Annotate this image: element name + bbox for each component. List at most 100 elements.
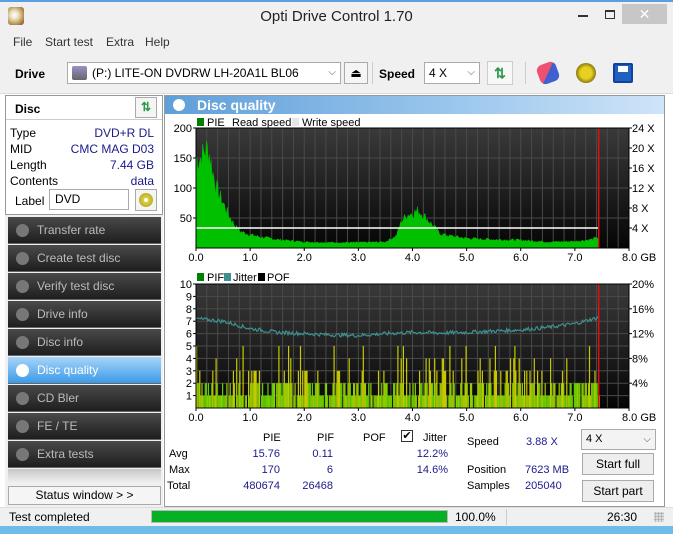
y-tick-label: 2 (186, 378, 192, 390)
pif-bar (350, 395, 352, 408)
pif-bar (394, 383, 396, 408)
pif-bar (203, 395, 205, 408)
position-label: Position (467, 464, 507, 476)
pif-bar (455, 395, 457, 408)
pif-bar (525, 395, 527, 408)
pif-bar (210, 395, 212, 408)
pif-bar (446, 395, 448, 408)
pif-bar (302, 370, 304, 408)
pif-bar (547, 395, 549, 408)
pif-bar (200, 395, 202, 408)
pif-bar (593, 383, 595, 408)
pif-bar (325, 383, 328, 408)
pif-bar (310, 395, 312, 408)
pif-bar (213, 395, 215, 408)
pif-bar (283, 370, 285, 408)
jitter-checkbox[interactable]: ✔ (401, 430, 413, 442)
x-tick-label: 0.0 (188, 412, 203, 424)
pif-bar (374, 395, 376, 408)
start-part-button[interactable]: Start part (582, 480, 654, 502)
pif-bar (481, 370, 483, 408)
stat-label-avg: Avg (169, 448, 188, 460)
pif-bar (320, 395, 322, 408)
pif-bar (201, 383, 203, 408)
y-tick-label: 50 (180, 213, 192, 225)
legend-jitter-swatch (224, 273, 231, 281)
pif-bar (230, 395, 232, 408)
start-full-button[interactable]: Start full (582, 453, 654, 475)
pif-bar (542, 395, 544, 408)
pif-bar (306, 370, 308, 408)
pif-bar (282, 383, 284, 408)
pif-bar (488, 383, 490, 408)
pif-bar (408, 395, 410, 408)
pif-bar (596, 383, 598, 408)
test-speed-select[interactable]: 4 X ⌵ (581, 429, 656, 450)
y2-tick-label: 12 X (632, 183, 655, 195)
pif-bar (440, 383, 442, 408)
y-tick-label: 100 (174, 183, 192, 195)
pif-bar (425, 358, 427, 408)
pif-bar (422, 395, 424, 408)
pif-bar (477, 370, 479, 408)
pif-bar (271, 383, 273, 408)
pif-bar (573, 383, 575, 408)
x-tick-label: 5.0 (459, 252, 474, 264)
pif-bar (534, 395, 536, 408)
pif-bar (225, 395, 227, 408)
pif-bar (267, 383, 269, 408)
pif-bar (543, 395, 545, 408)
pif-bar (264, 395, 266, 408)
pif-bar (500, 370, 502, 408)
pif-bar (215, 358, 217, 408)
resize-grip[interactable] (654, 512, 664, 522)
y-tick-label: 6 (186, 329, 192, 341)
pif-bar (263, 395, 265, 408)
pif-bar (205, 383, 207, 408)
pif-bar (337, 370, 339, 408)
pif-bar (206, 395, 208, 408)
progress-text: 100.0% (455, 510, 496, 524)
y2-tick-label: 12% (632, 329, 654, 341)
pif-bar (564, 395, 566, 408)
pif-bar (528, 395, 530, 408)
pif-bar (415, 395, 417, 408)
x-tick-label: 3.0 (351, 412, 366, 424)
pif-bar (590, 395, 592, 408)
pif-bar (404, 395, 407, 408)
pif-bar (460, 383, 462, 408)
pif-bar (496, 395, 499, 408)
pif-bar (423, 395, 425, 408)
pif-bar (280, 383, 282, 408)
pif-bar (570, 383, 572, 408)
pif-bar (448, 395, 450, 408)
pif-bar (257, 383, 259, 408)
pif-bar (327, 395, 329, 408)
pif-bar (401, 383, 403, 408)
pif-bar (307, 383, 309, 408)
pif-bar (344, 383, 346, 408)
pif-bar (520, 395, 522, 408)
pif-bar (368, 383, 370, 408)
y2-tick-label: 8 X (632, 203, 649, 215)
pif-bar (560, 383, 562, 408)
pif-bar (249, 395, 251, 408)
pif-bar (478, 383, 480, 408)
stat-header-pof: POF (363, 432, 386, 444)
stat-total-pie: 480674 (243, 480, 280, 492)
pif-bar (321, 395, 323, 408)
legend-write-speed: Write speed (302, 117, 361, 129)
pif-bar (584, 383, 586, 408)
pif-bar (432, 383, 434, 408)
pif-bar (553, 383, 555, 408)
pif-bar (278, 346, 280, 408)
pif-bar (273, 383, 276, 408)
pif-bar (251, 370, 253, 408)
y2-tick-label: 4 X (632, 223, 649, 235)
pif-bar (502, 395, 504, 408)
x-tick-label: 4.0 (405, 252, 420, 264)
pif-bar (305, 370, 307, 408)
elapsed-time: 26:30 (607, 510, 638, 524)
x-tick-label: 8.0 GB (622, 252, 656, 264)
pif-bar (399, 383, 401, 408)
